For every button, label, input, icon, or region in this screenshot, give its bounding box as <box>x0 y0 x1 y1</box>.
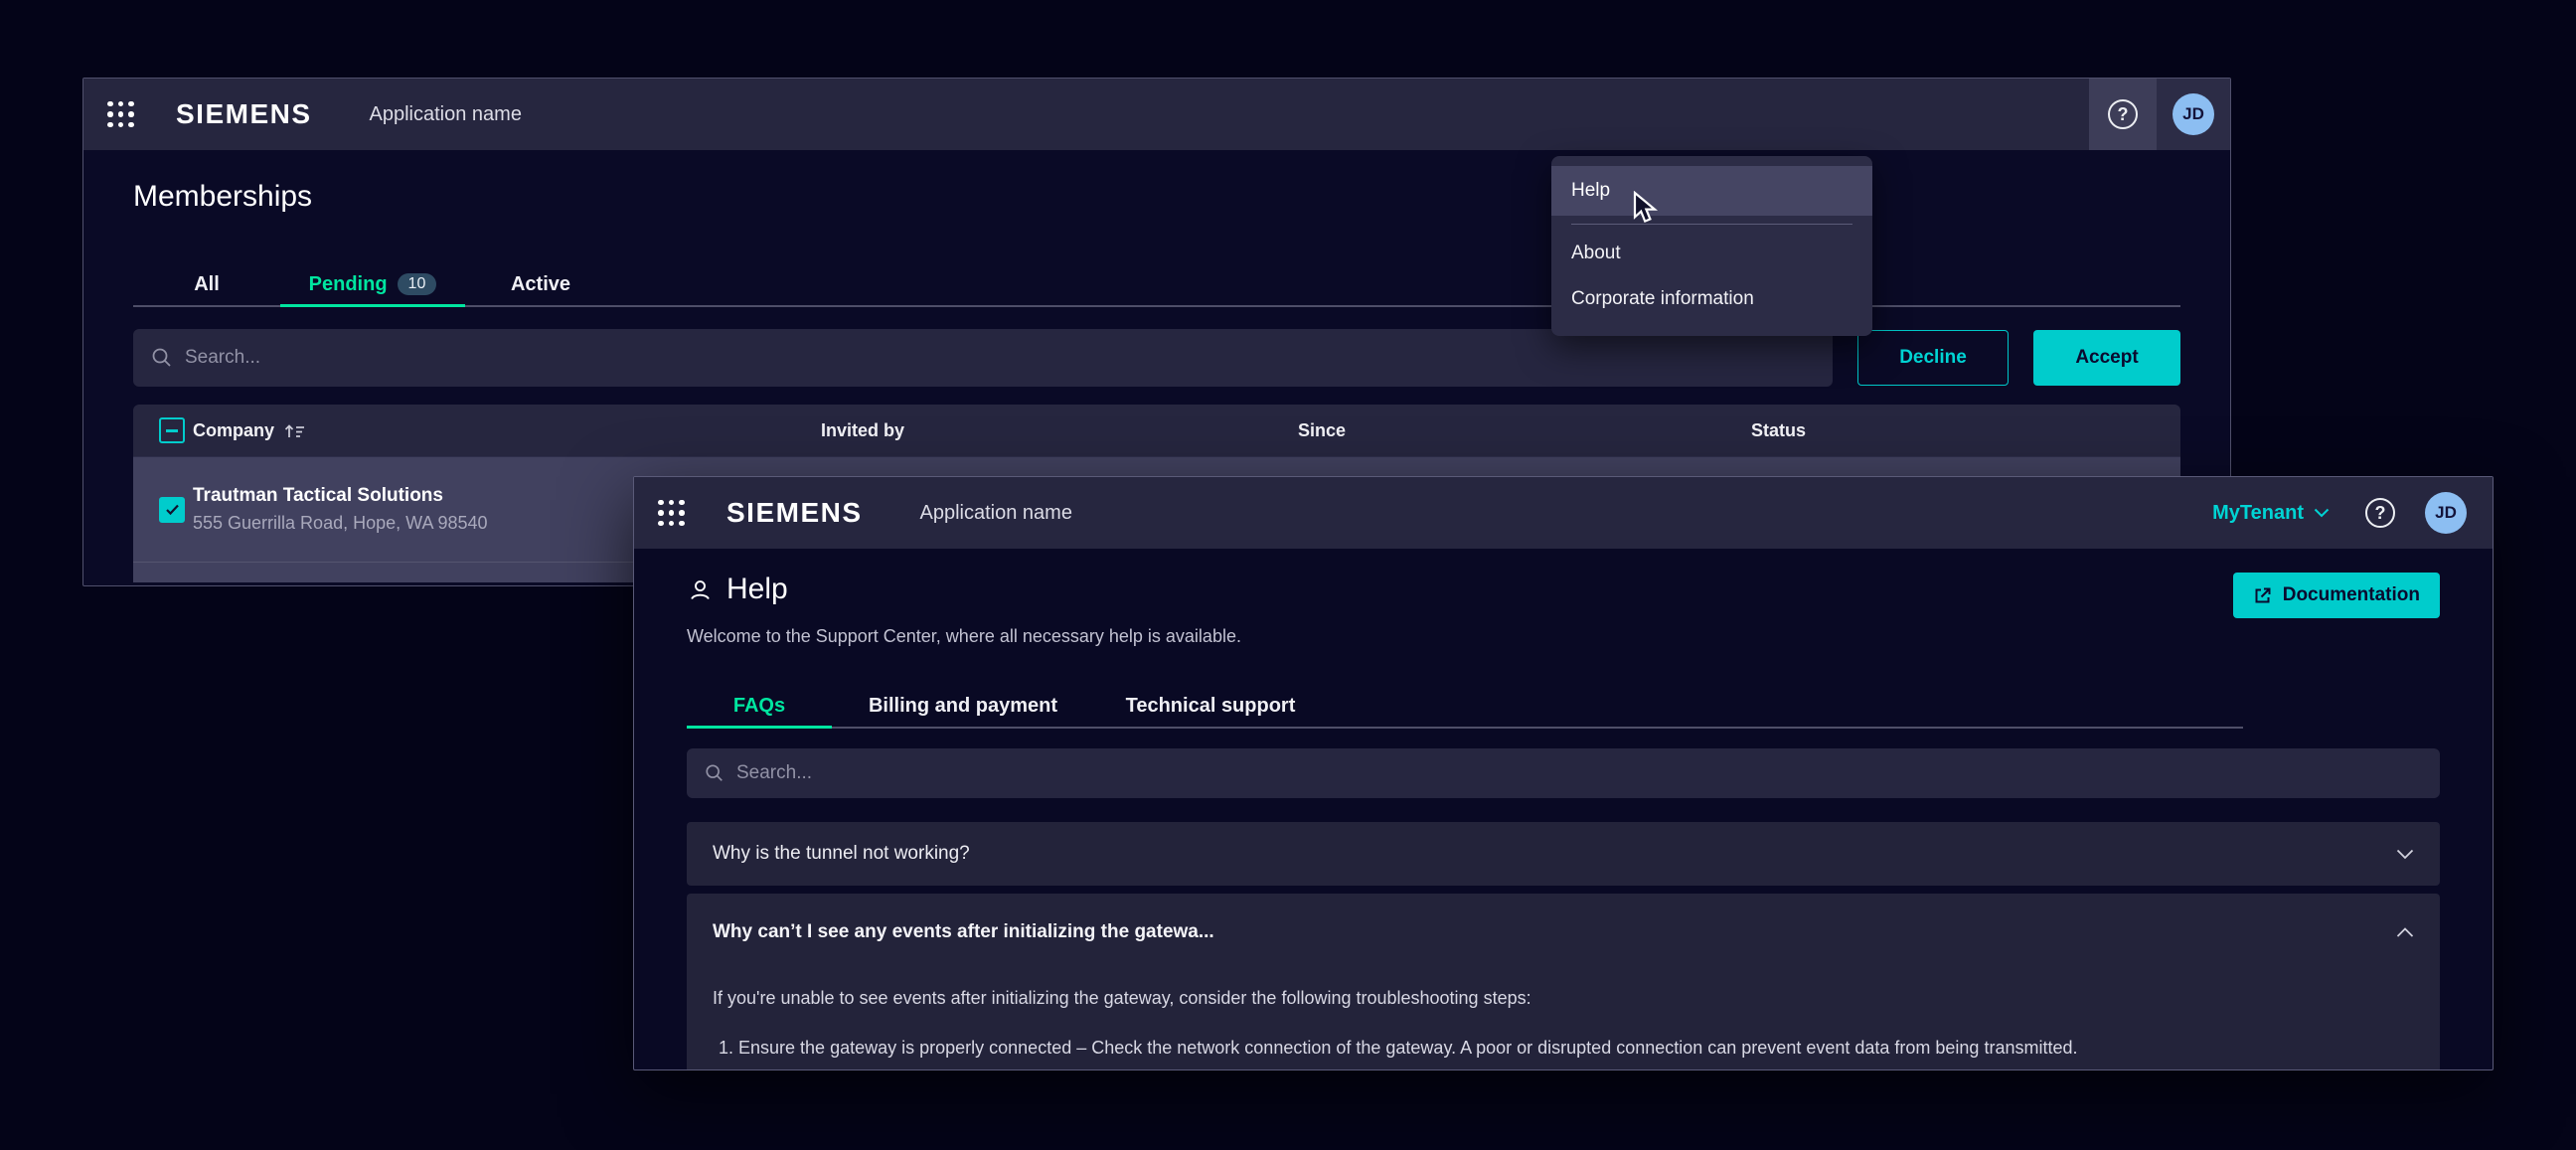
help-title-group: Help <box>687 573 788 606</box>
tab-billing-and-payment[interactable]: Billing and payment <box>832 685 1094 727</box>
documentation-button[interactable]: Documentation <box>2233 573 2440 618</box>
app-launcher-icon[interactable] <box>107 101 134 128</box>
decline-button[interactable]: Decline <box>1857 330 2009 386</box>
faq-question: Why can’t I see any events after initial… <box>713 921 1214 943</box>
mouse-cursor <box>1632 191 1662 225</box>
column-company[interactable]: Company <box>193 420 821 441</box>
memberships-search[interactable] <box>133 329 1833 387</box>
tab-technical-support[interactable]: Technical support <box>1094 685 1327 727</box>
faq-item-expanded: Why can’t I see any events after initial… <box>687 894 2440 1070</box>
menu-item-help[interactable]: Help <box>1551 166 1872 216</box>
faq-search-input[interactable] <box>736 762 2422 784</box>
column-status: Status <box>1751 420 2180 441</box>
tab-faqs-label: FAQs <box>733 695 785 718</box>
menu-item-corporate-information[interactable]: Corporate information <box>1551 276 1872 322</box>
row-checkbox[interactable] <box>159 497 185 523</box>
tenant-name: MyTenant <box>2212 502 2304 525</box>
siemens-logo: SIEMENS <box>726 497 863 529</box>
support-person-icon <box>687 576 714 603</box>
tab-all-label: All <box>194 273 220 296</box>
memberships-search-input[interactable] <box>185 347 1815 369</box>
menu-item-about[interactable]: About <box>1551 231 1872 276</box>
tab-technical-label: Technical support <box>1126 695 1296 718</box>
faq-item-header[interactable]: Why can’t I see any events after initial… <box>713 921 2414 943</box>
search-icon <box>151 347 173 369</box>
sort-ascending-icon <box>284 422 305 439</box>
memberships-tabs: All Pending 10 Active <box>133 263 2180 307</box>
question-icon: ? <box>2108 99 2138 129</box>
back-topbar: SIEMENS Application name ? JD <box>83 79 2230 150</box>
list-controls: Decline Accept <box>133 329 2180 387</box>
menu-divider <box>1571 224 1852 225</box>
faq-item-collapsed[interactable]: Why is the tunnel not working? <box>687 822 2440 886</box>
faq-item-header[interactable]: Why is the tunnel not working? <box>713 822 2414 886</box>
chevron-down-icon <box>2314 508 2330 518</box>
help-subtitle: Welcome to the Support Center, where all… <box>687 626 2440 647</box>
chevron-up-icon[interactable] <box>2396 927 2414 938</box>
tab-active-label: Active <box>511 273 570 296</box>
select-all-checkbox[interactable] <box>159 417 185 443</box>
app-name: Application name <box>370 103 522 126</box>
chevron-down-icon[interactable] <box>2396 849 2414 860</box>
help-page-title: Help <box>726 573 788 606</box>
help-title-row: Help Documentation <box>687 573 2440 618</box>
column-invited-by: Invited by <box>821 420 1298 441</box>
column-company-label: Company <box>193 420 274 441</box>
siemens-logo: SIEMENS <box>176 98 312 130</box>
user-menu-button[interactable]: JD <box>2157 79 2230 150</box>
user-menu-button[interactable]: JD <box>2425 492 2467 534</box>
desktop: SIEMENS Application name ? JD Membership… <box>0 0 2576 1150</box>
faq-search[interactable] <box>687 748 2440 798</box>
help-tabs: FAQs Billing and payment Technical suppo… <box>687 685 2243 729</box>
faq-answer-intro: If you're unable to see events after ini… <box>713 985 2414 1011</box>
avatar: JD <box>2173 93 2214 135</box>
help-window: SIEMENS Application name MyTenant ? JD <box>633 476 2494 1070</box>
page-title: Memberships <box>133 180 2180 214</box>
faq-question: Why is the tunnel not working? <box>713 843 970 865</box>
tab-pending[interactable]: Pending 10 <box>280 263 465 305</box>
search-icon <box>705 763 724 783</box>
tab-faqs[interactable]: FAQs <box>687 685 832 727</box>
documentation-label: Documentation <box>2283 584 2420 606</box>
tenant-selector[interactable]: MyTenant <box>2212 502 2330 525</box>
accept-button[interactable]: Accept <box>2033 330 2180 386</box>
column-since: Since <box>1298 420 1751 441</box>
tab-pending-label: Pending <box>309 273 388 296</box>
app-launcher-icon[interactable] <box>658 500 685 527</box>
tab-all[interactable]: All <box>133 263 280 305</box>
help-menu-button[interactable]: ? <box>2089 79 2157 150</box>
checkmark-icon <box>165 503 180 516</box>
pending-count-badge: 10 <box>398 273 437 295</box>
help-content: Help Documentation Welcome to the Suppor… <box>634 573 2493 1070</box>
table-header: Company Invited by Since Status <box>133 405 2180 456</box>
help-icon-button[interactable]: ? <box>2365 498 2395 528</box>
tab-active[interactable]: Active <box>465 263 616 305</box>
front-topbar: SIEMENS Application name MyTenant ? JD <box>634 477 2493 549</box>
tab-billing-label: Billing and payment <box>869 695 1057 718</box>
faq-answer-step: 1. Ensure the gateway is properly connec… <box>713 1035 2414 1061</box>
app-name: Application name <box>920 502 1072 525</box>
help-dropdown-menu: Help About Corporate information <box>1551 156 1872 336</box>
external-link-icon <box>2253 586 2272 605</box>
